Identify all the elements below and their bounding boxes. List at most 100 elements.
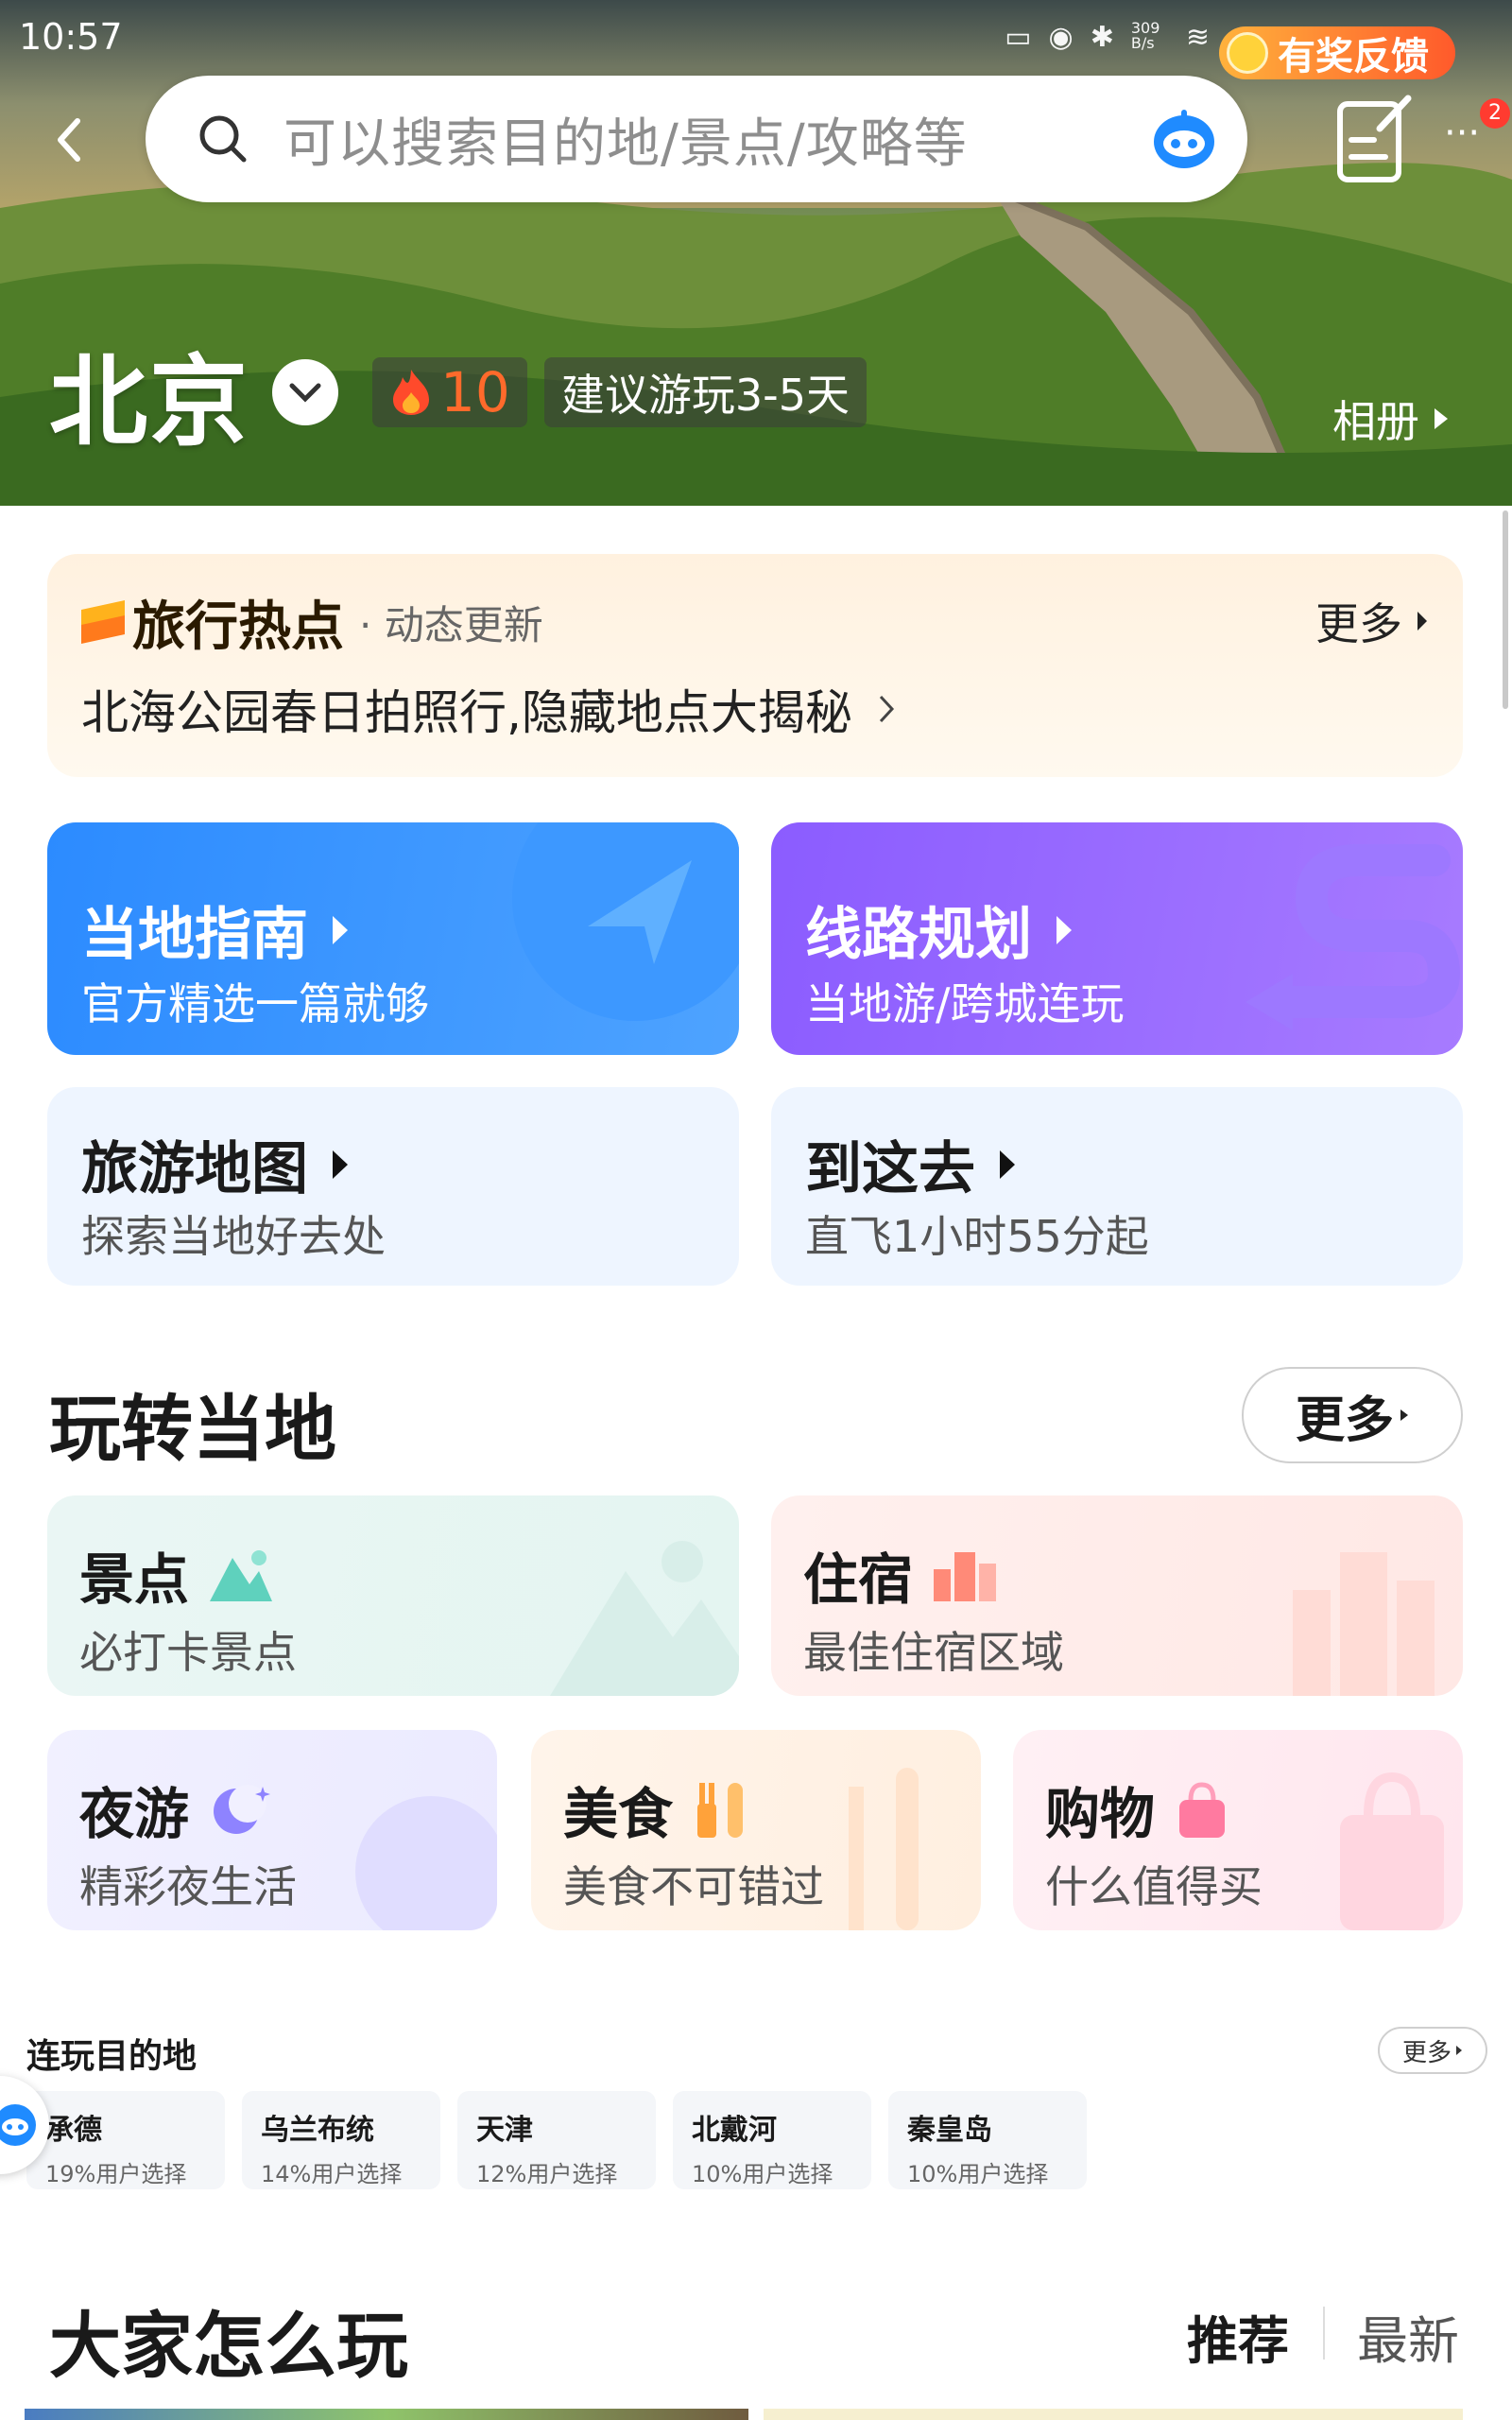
play-local-more-label: 更多 xyxy=(1295,1392,1394,1449)
tile-food[interactable]: 美食 美食不可错过 xyxy=(531,1730,981,1930)
tile-night-title: 夜游 xyxy=(79,1770,274,1849)
tile-shopping-title: 购物 xyxy=(1045,1770,1230,1849)
list-item[interactable]: 乌兰布统 14%用户选择 xyxy=(242,2091,440,2189)
dest-percent: 14%用户选择 xyxy=(261,2161,403,2187)
search-bar[interactable]: 可以搜索目的地/景点/攻略等 xyxy=(146,76,1247,202)
dest-name: 承德 xyxy=(45,2114,102,2147)
search-icon xyxy=(199,115,247,163)
list-item[interactable]: 北戴河 10%用户选择 xyxy=(673,2091,871,2189)
go-there-label: 到这去 xyxy=(805,1136,975,1202)
assistant-bot-icon xyxy=(0,2104,36,2146)
tile-shopping-label: 购物 xyxy=(1045,1782,1156,1846)
tile-shopping[interactable]: 购物 什么值得买 xyxy=(1013,1730,1463,1930)
triangle-right-icon xyxy=(1000,1150,1015,1179)
tile-lodging-sub: 最佳住宿区域 xyxy=(803,1627,1064,1678)
tile-sights-label: 景点 xyxy=(79,1547,190,1612)
tile-sights[interactable]: 景点 必打卡景点 xyxy=(47,1495,739,1696)
dest-percent: 12%用户选择 xyxy=(476,2161,618,2187)
travel-map-sub: 探索当地好去处 xyxy=(81,1211,386,1262)
how-everyone-plays-title: 大家怎么玩 xyxy=(49,2304,408,2388)
list-item[interactable]: 承德 19%用户选择 xyxy=(26,2091,225,2189)
dest-percent: 10%用户选择 xyxy=(692,2161,833,2187)
route-plan-card[interactable]: 线路规划 当地游/跨城连玩 xyxy=(771,822,1463,1055)
travel-hot-headline[interactable]: 北海公园春日拍照行,隐藏地点大揭秘 xyxy=(81,675,896,743)
tab-latest[interactable]: 最新 xyxy=(1357,2299,1459,2374)
back-arrow-icon[interactable] xyxy=(49,113,93,166)
local-guide-title: 当地指南 xyxy=(81,889,350,971)
building-watermark-icon xyxy=(1293,1552,1435,1696)
scrollbar[interactable] xyxy=(1503,510,1508,709)
heat-badge: 10 xyxy=(372,357,527,427)
more-dots-icon: ··· xyxy=(1444,112,1481,155)
dest-name: 秦皇岛 xyxy=(907,2114,992,2147)
tile-lodging-label: 住宿 xyxy=(803,1547,914,1612)
tab-recommend[interactable]: 推荐 xyxy=(1187,2299,1289,2374)
tab-divider xyxy=(1323,2307,1325,2360)
more-menu-button[interactable]: ··· 2 xyxy=(1444,98,1510,157)
hero-banner: 10:57 ▭ ◉ ✱ 309 B/s ≋ 有奖反馈 可以搜索目的地/景点/攻略… xyxy=(0,0,1512,506)
net-speed: 309 B/s xyxy=(1130,19,1160,52)
tile-food-label: 美食 xyxy=(563,1782,674,1846)
triangle-right-icon xyxy=(333,1150,348,1179)
travel-hot-card[interactable]: 旅行热点 · 动态更新 更多 北海公园春日拍照行,隐藏地点大揭秘 xyxy=(47,554,1463,777)
feed-card-peek[interactable] xyxy=(764,2409,1463,2420)
building-icon xyxy=(934,1552,997,1601)
status-icons: ▭ ◉ ✱ 309 B/s ≋ xyxy=(1005,19,1210,55)
heat-value: 10 xyxy=(440,360,510,424)
album-link[interactable]: 相册 xyxy=(1332,388,1450,450)
travel-hot-title: 旅行热点 xyxy=(132,596,344,658)
bag-watermark-icon xyxy=(1340,1772,1444,1930)
tile-night-tour[interactable]: 夜游 精彩夜生活 xyxy=(47,1730,497,1930)
tile-shopping-sub: 什么值得买 xyxy=(1045,1861,1263,1912)
list-item[interactable]: 秦皇岛 10%用户选择 xyxy=(888,2091,1087,2189)
dest-percent: 19%用户选择 xyxy=(45,2161,187,2187)
triangle-right-icon xyxy=(1400,1409,1408,1421)
travel-hot-more[interactable]: 更多 xyxy=(1315,590,1429,652)
dest-percent: 10%用户选择 xyxy=(907,2161,1049,2187)
chevron-down-icon xyxy=(289,383,321,403)
go-there-card[interactable]: 到这去 直飞1小时55分起 xyxy=(771,1087,1463,1286)
linked-dest-more-button[interactable]: 更多 xyxy=(1378,2027,1487,2074)
cutlery-icon xyxy=(697,1783,744,1838)
local-guide-card[interactable]: 当地指南 官方精选一篇就够 xyxy=(47,822,739,1055)
local-guide-sub: 官方精选一篇就够 xyxy=(81,978,429,1029)
tile-lodging-title: 住宿 xyxy=(803,1535,998,1615)
travel-map-title: 旅游地图 xyxy=(81,1123,350,1205)
triangle-right-icon xyxy=(333,915,348,944)
bluetooth-icon: ✱ xyxy=(1090,21,1114,54)
local-guide-label: 当地指南 xyxy=(81,902,308,968)
list-item[interactable]: 天津 12%用户选择 xyxy=(457,2091,656,2189)
tile-food-sub: 美食不可错过 xyxy=(563,1861,824,1912)
album-label: 相册 xyxy=(1332,396,1419,447)
triangle-right-icon xyxy=(1435,408,1448,429)
tile-lodging[interactable]: 住宿 最佳住宿区域 xyxy=(771,1495,1463,1696)
chevron-right-icon xyxy=(879,695,894,723)
play-local-more-button[interactable]: 更多 xyxy=(1242,1367,1463,1463)
feedback-badge[interactable]: 有奖反馈 xyxy=(1219,26,1455,79)
city-switch-button[interactable] xyxy=(272,359,339,425)
city-info-row: 北京 10 建议游玩3-5天 xyxy=(49,336,867,459)
route-plan-label: 线路规划 xyxy=(805,902,1032,968)
dest-name: 北戴河 xyxy=(692,2114,777,2147)
linked-dest-more-label: 更多 xyxy=(1401,2038,1452,2067)
mountain-watermark-icon xyxy=(550,1541,739,1696)
cast-icon: ▭ xyxy=(1005,21,1032,54)
status-time: 10:57 xyxy=(19,16,123,58)
navigation-arrow-icon xyxy=(512,822,739,1021)
coin-icon xyxy=(1227,32,1268,74)
assistant-bot-icon[interactable] xyxy=(1151,108,1217,170)
dest-name: 乌兰布统 xyxy=(261,2114,374,2147)
city-name[interactable]: 北京 xyxy=(49,321,249,464)
moon-icon xyxy=(214,1785,271,1834)
dest-name: 天津 xyxy=(476,2114,533,2147)
cutlery-watermark-icon xyxy=(849,1768,919,1930)
go-there-title: 到这去 xyxy=(805,1123,1017,1205)
wifi-icon: ≋ xyxy=(1185,21,1210,54)
feedback-label: 有奖反馈 xyxy=(1278,35,1429,78)
go-there-sub: 直飞1小时55分起 xyxy=(805,1211,1149,1262)
edit-note-icon[interactable] xyxy=(1332,91,1418,185)
tile-food-title: 美食 xyxy=(563,1770,748,1849)
feed-card-peek[interactable] xyxy=(25,2409,748,2420)
travel-map-card[interactable]: 旅游地图 探索当地好去处 xyxy=(47,1087,739,1286)
tile-sights-title: 景点 xyxy=(79,1535,274,1615)
